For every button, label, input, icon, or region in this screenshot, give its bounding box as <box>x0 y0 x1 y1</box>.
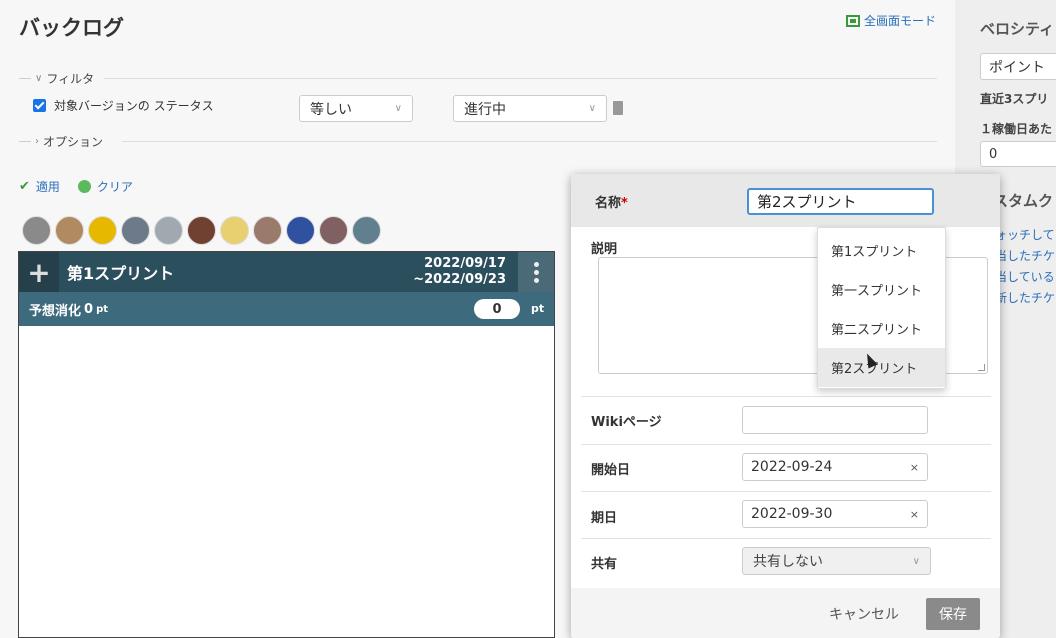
start-date-input[interactable]: 2022-09-24 × <box>742 453 928 481</box>
options-legend[interactable]: › オプション <box>19 133 103 150</box>
avatar[interactable] <box>22 216 51 245</box>
sprint-header: + 第1スプリント 2022/09/17 ~2022/09/23 <box>19 252 554 292</box>
avatar[interactable] <box>253 216 282 245</box>
start-date-label: 開始日 <box>591 463 631 478</box>
points-badge: 0 <box>474 299 520 319</box>
description-label: 説明 <box>591 242 618 257</box>
per-day-input[interactable]: 0 <box>980 141 1056 167</box>
avatar[interactable] <box>319 216 348 245</box>
chevron-down-icon: ∨ <box>35 73 43 84</box>
avatar[interactable] <box>187 216 216 245</box>
forecast-label: 予想消化 <box>29 303 82 319</box>
forecast-value: 0 <box>84 301 94 317</box>
add-issue-button[interactable]: + <box>19 252 59 292</box>
custom-query-heading: スタムク <box>993 192 1054 210</box>
due-date-label: 期日 <box>591 511 618 526</box>
points-unit: pt <box>531 302 545 315</box>
clear-start-date-icon[interactable]: × <box>910 461 919 474</box>
chevron-down-icon: ∨ <box>588 103 596 114</box>
checkmark-icon: ✔ <box>19 179 30 194</box>
sidebar-link-watched[interactable]: ォッチして <box>995 226 1055 243</box>
autocomplete-item[interactable]: 第一スプリント <box>818 270 945 309</box>
apply-link[interactable]: 適用 <box>36 178 60 195</box>
autocomplete-item-active[interactable]: 第2スプリント <box>818 348 945 387</box>
name-autocomplete-list: 第1スプリント 第一スプリント 第二スプリント 第2スプリント <box>817 227 946 389</box>
avatar[interactable] <box>220 216 249 245</box>
clear-link[interactable]: クリア <box>97 178 133 195</box>
wiki-input[interactable] <box>742 406 928 434</box>
recent-sprints-label: 直近3スプリ <box>980 92 1049 106</box>
multi-select-toggle-icon[interactable] <box>613 101 623 115</box>
avatar[interactable] <box>121 216 150 245</box>
filter-checkbox-label: 対象バージョンの ステータス <box>54 99 214 113</box>
avatar[interactable] <box>55 216 84 245</box>
avatar[interactable] <box>154 216 183 245</box>
name-input[interactable]: 第2スプリント <box>747 188 934 215</box>
autocomplete-item[interactable]: 第二スプリント <box>818 309 945 348</box>
plus-icon: + <box>27 255 51 289</box>
sidebar-link-assigned-to-me[interactable]: 当している <box>995 268 1055 285</box>
sidebar-link-updated[interactable]: 新したチケ <box>995 289 1055 306</box>
filter-checkbox[interactable] <box>33 99 46 112</box>
velocity-title: ベロシティ <box>980 20 1055 38</box>
chevron-down-icon: ∨ <box>912 555 920 567</box>
wiki-label: Wikiページ <box>591 415 662 430</box>
clear-due-date-icon[interactable]: × <box>910 508 919 521</box>
sprint-menu-button[interactable] <box>518 252 554 292</box>
share-select[interactable]: 共有しない ∨ <box>742 547 931 575</box>
member-avatars <box>22 216 381 245</box>
filter-row: 対象バージョンの ステータス <box>33 97 214 114</box>
avatar[interactable] <box>88 216 117 245</box>
status-value-select[interactable]: 進行中 ∨ <box>453 95 607 122</box>
autocomplete-item[interactable]: 第1スプリント <box>818 231 945 270</box>
forecast-unit: pt <box>96 303 109 315</box>
per-day-label: １稼働日あた <box>980 122 1053 136</box>
save-button[interactable]: 保存 <box>926 598 980 630</box>
due-date-input[interactable]: 2022-09-30 × <box>742 500 928 528</box>
chevron-right-icon: › <box>35 136 39 147</box>
page-title: バックログ <box>19 16 124 40</box>
reload-icon <box>77 180 91 193</box>
fullscreen-label: 全画面モード <box>864 14 937 28</box>
sprint-panel: + 第1スプリント 2022/09/17 ~2022/09/23 予想消化 0 … <box>18 251 555 638</box>
sprint-dates: 2022/09/17 ~2022/09/23 <box>413 256 506 287</box>
filter-divider <box>104 78 937 79</box>
fullscreen-icon <box>846 14 860 27</box>
fullscreen-link[interactable]: 全画面モード <box>846 12 936 29</box>
operator-select[interactable]: 等しい ∨ <box>299 95 413 122</box>
sprint-title[interactable]: 第1スプリント <box>67 260 174 284</box>
filter-legend[interactable]: ∨ フィルタ <box>19 70 94 87</box>
avatar[interactable] <box>286 216 315 245</box>
cancel-button[interactable]: キャンセル <box>829 604 899 624</box>
share-label: 共有 <box>591 557 618 572</box>
avatar[interactable] <box>352 216 381 245</box>
filter-actions: ✔ 適用 クリア <box>19 178 133 195</box>
sidebar-link-assigned[interactable]: 当したチケ <box>995 247 1055 264</box>
chevron-down-icon: ∨ <box>394 103 402 114</box>
sprint-summary: 予想消化 0 pt 0 pt <box>19 292 554 326</box>
velocity-unit-select[interactable]: ポイント <box>980 53 1056 80</box>
name-label: 名称* <box>595 196 628 211</box>
options-divider <box>122 141 937 142</box>
